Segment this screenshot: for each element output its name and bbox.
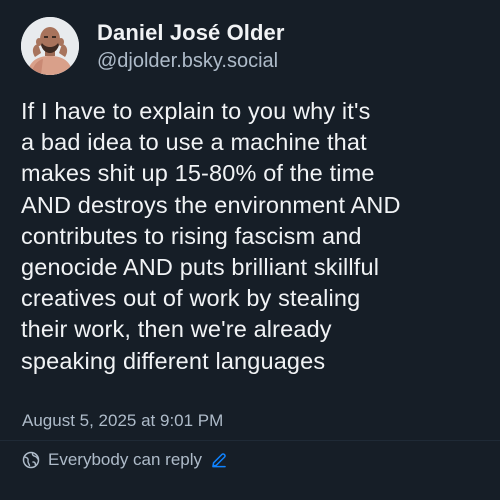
post-text-line: If I have to explain to you why it's (21, 98, 371, 124)
post-text-line: their work, then we're already (21, 316, 332, 343)
avatar[interactable] (21, 17, 79, 75)
post-text-line: makes shit up 15-80% of the time (21, 160, 375, 187)
post-text-line: speaking different languages (21, 347, 326, 374)
globe-icon (22, 451, 40, 469)
post-text-line: genocide AND puts brilliant skillful (21, 254, 380, 281)
reply-setting[interactable]: Everybody can reply (22, 448, 228, 472)
author-display-name[interactable]: Daniel José Older (97, 20, 285, 46)
pencil-icon[interactable] (210, 451, 228, 469)
divider (0, 440, 500, 441)
post-text-line: contributes to rising fascism and (21, 222, 362, 249)
author-handle[interactable]: @djolder.bsky.social (97, 50, 278, 73)
post-timestamp[interactable]: August 5, 2025 at 9:01 PM (22, 411, 223, 431)
post-card: Daniel José Older @djolder.bsky.social I… (0, 0, 500, 500)
reply-setting-label: Everybody can reply (48, 450, 203, 469)
avatar-image (21, 17, 79, 75)
post-text: If I have to explain to you why it's a b… (21, 96, 491, 377)
post-text-line: AND destroys the environment AND (21, 191, 401, 218)
post-text-line: creatives out of work by stealing (21, 285, 361, 312)
post-text-line: a bad idea to use a machine that (21, 129, 367, 156)
